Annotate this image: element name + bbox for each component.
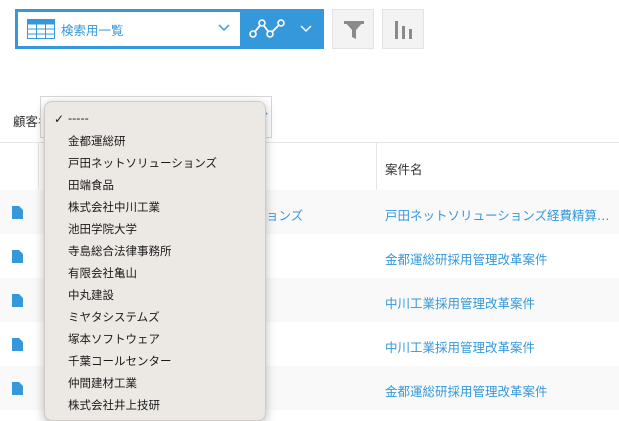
customer-dropdown-menu: ✓ ----- 金都運総研 戸田ネットソリューションズ 田端食品 株式会社中川工… [44, 101, 266, 421]
checkmark-icon: ✓ [54, 112, 65, 126]
dropdown-item[interactable]: 中丸建設 [68, 287, 114, 303]
dropdown-item[interactable]: 寺島総合法律事務所 [68, 243, 172, 259]
dropdown-item[interactable]: 戸田ネットソリューションズ [68, 155, 217, 171]
dropdown-item[interactable]: 池田学院大学 [68, 221, 137, 237]
dropdown-item[interactable]: 株式会社井上技研 [68, 397, 160, 413]
view-name: 検索用一覧 [61, 22, 124, 38]
view-selector[interactable]: 検索用一覧 [15, 9, 240, 49]
table-icon [27, 19, 55, 39]
dropdown-item[interactable]: ミヤタシステムズ [68, 309, 160, 325]
document-icon[interactable] [12, 250, 23, 263]
dropdown-item[interactable]: ----- [68, 111, 89, 125]
customer-cell[interactable]: ョンズ [266, 205, 303, 224]
graph-button[interactable] [240, 9, 324, 49]
chevron-down-icon [300, 25, 312, 33]
case-name-link[interactable]: 金都運総研採用管理改革案件 [385, 381, 548, 400]
document-icon[interactable] [12, 206, 23, 219]
dropdown-item[interactable]: 有限会社亀山 [68, 265, 137, 281]
case-name-header: 案件名 [385, 162, 423, 177]
filter-icon [344, 21, 364, 39]
dropdown-item[interactable]: 田端食品 [68, 177, 114, 193]
document-icon[interactable] [12, 294, 23, 307]
case-name-link[interactable]: 中川工業採用管理改革案件 [385, 293, 535, 312]
case-name-link[interactable]: 中川工業採用管理改革案件 [385, 337, 535, 356]
chevron-down-icon [218, 24, 230, 32]
document-icon[interactable] [12, 382, 23, 395]
dropdown-item[interactable]: 塚本ソフトウェア [68, 331, 160, 347]
document-icon[interactable] [12, 338, 23, 351]
line-graph-icon [249, 19, 285, 38]
bar-chart-icon [395, 21, 412, 39]
filter-button[interactable] [332, 9, 374, 49]
chart-button[interactable] [382, 9, 424, 49]
case-name-link[interactable]: 戸田ネットソリューションズ経費精算… [385, 205, 610, 224]
dropdown-item[interactable]: 金都運総研 [68, 133, 126, 149]
dropdown-item[interactable]: 仲間建材工業 [68, 375, 137, 391]
dropdown-item[interactable]: 株式会社中川工業 [68, 199, 160, 215]
case-name-link[interactable]: 金都運総研採用管理改革案件 [385, 249, 548, 268]
dropdown-item[interactable]: 千葉コールセンター [68, 353, 172, 369]
